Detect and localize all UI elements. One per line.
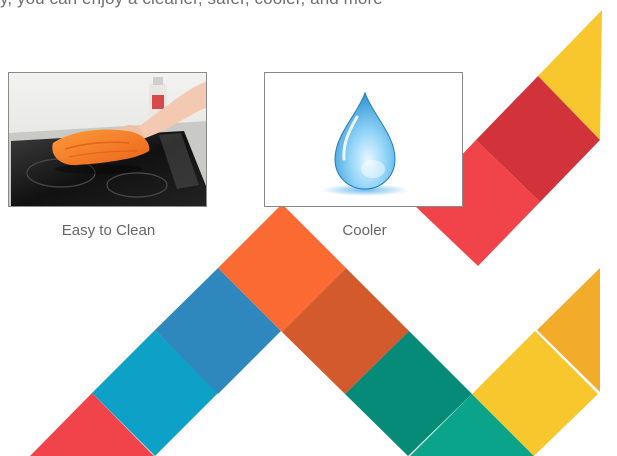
water-drop-icon xyxy=(264,72,463,207)
intro-text: y, you can enjoy a cleaner, safer, coole… xyxy=(0,0,617,9)
page: y, you can enjoy a cleaner, safer, coole… xyxy=(0,0,617,456)
feature-label-cooler: Cooler xyxy=(342,222,387,239)
cooktop-cleaning-photo xyxy=(8,72,207,207)
feature-label-easy-to-clean: Easy to Clean xyxy=(61,222,156,239)
